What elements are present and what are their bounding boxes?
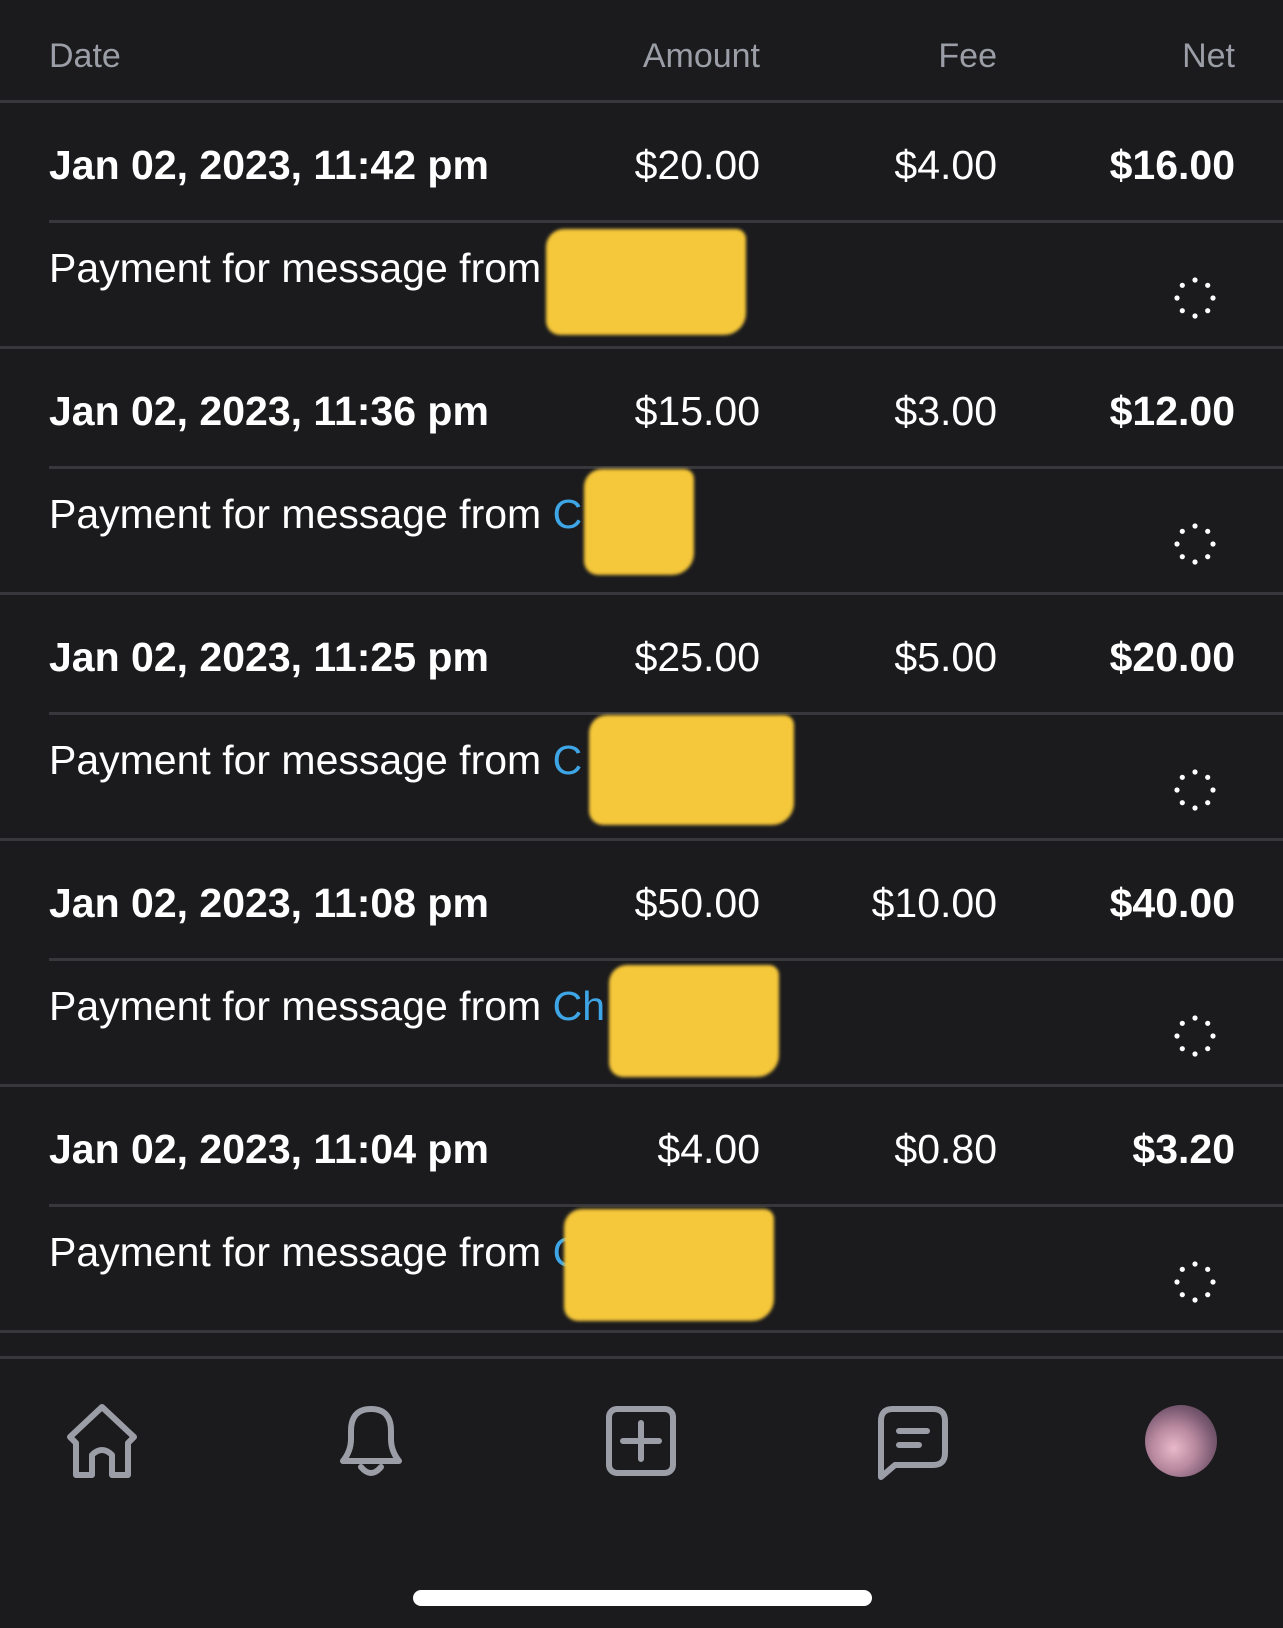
bottom-tab-bar — [0, 1356, 1283, 1628]
description-text: Payment for message from — [49, 491, 542, 537]
add-post-icon — [606, 1406, 676, 1476]
transaction-description-row: Payment for message from Ch — [49, 961, 1283, 1084]
transaction-fee: $0.80 — [894, 1126, 997, 1172]
tab-home[interactable] — [60, 1399, 144, 1483]
tab-profile[interactable] — [1139, 1399, 1223, 1483]
transaction-fee: $3.00 — [894, 388, 997, 434]
transaction-summary-row: Jan 02, 2023, 11:36 pm $15.00 $3.00 $12.… — [49, 349, 1283, 469]
pending-spinner-icon — [1174, 1261, 1216, 1303]
home-icon — [67, 1404, 137, 1478]
redaction-mark — [546, 229, 746, 335]
bell-icon — [340, 1406, 402, 1476]
transaction-description-row: Payment for message from C — [49, 715, 1283, 838]
transaction-amount: $4.00 — [657, 1126, 760, 1172]
transaction-amount: $20.00 — [634, 142, 760, 188]
home-indicator — [413, 1590, 872, 1606]
transaction-date: Jan 02, 2023, 11:36 pm — [49, 388, 489, 434]
description-text: Payment for message from — [49, 737, 542, 783]
transaction-description: Payment for message from C — [49, 735, 582, 785]
profile-avatar — [1145, 1405, 1217, 1477]
transaction-summary-row: Jan 02, 2023, 11:25 pm $25.00 $5.00 $20.… — [49, 595, 1283, 715]
tab-new-post[interactable] — [599, 1399, 683, 1483]
transaction-description-row: Payment for message from C — [49, 469, 1283, 592]
transaction-description: Payment for message from C — [49, 243, 582, 293]
transaction-description: Payment for message from Ch — [49, 981, 605, 1031]
transaction-amount: $15.00 — [634, 388, 760, 434]
description-text: Payment for message from — [49, 245, 542, 291]
tab-notifications[interactable] — [329, 1399, 413, 1483]
transaction-description-row: Payment for message from C — [49, 223, 1283, 346]
tab-messages[interactable] — [869, 1399, 953, 1483]
redaction-mark — [589, 715, 794, 825]
transaction-item[interactable]: Jan 02, 2023, 11:36 pm $15.00 $3.00 $12.… — [0, 349, 1283, 595]
transaction-item[interactable]: Jan 02, 2023, 11:25 pm $25.00 $5.00 $20.… — [0, 595, 1283, 841]
transaction-net: $3.20 — [1132, 1126, 1235, 1172]
sender-link[interactable]: Ch — [553, 983, 605, 1029]
transaction-summary-row: Jan 02, 2023, 11:08 pm $50.00 $10.00 $40… — [49, 841, 1283, 961]
table-header: Date Amount Fee Net — [0, 0, 1283, 103]
transaction-fee: $5.00 — [894, 634, 997, 680]
transaction-amount: $25.00 — [634, 634, 760, 680]
transaction-item[interactable]: Jan 02, 2023, 11:08 pm $50.00 $10.00 $40… — [0, 841, 1283, 1087]
sender-link[interactable]: C — [553, 491, 583, 537]
transaction-item[interactable]: Jan 02, 2023, 11:42 pm $20.00 $4.00 $16.… — [0, 103, 1283, 349]
transaction-date: Jan 02, 2023, 11:42 pm — [49, 142, 489, 188]
transaction-fee: $4.00 — [894, 142, 997, 188]
transaction-summary-row: Jan 02, 2023, 11:42 pm $20.00 $4.00 $16.… — [49, 103, 1283, 223]
pending-spinner-icon — [1174, 277, 1216, 319]
description-text: Payment for message from — [49, 1229, 542, 1275]
redaction-mark — [584, 469, 694, 575]
transaction-net: $16.00 — [1109, 142, 1235, 188]
pending-spinner-icon — [1174, 1015, 1216, 1057]
transaction-date: Jan 02, 2023, 11:25 pm — [49, 634, 489, 680]
description-text: Payment for message from — [49, 983, 542, 1029]
transaction-amount: $50.00 — [634, 880, 760, 926]
transaction-description: Payment for message from C — [49, 1227, 582, 1277]
pending-spinner-icon — [1174, 523, 1216, 565]
transaction-fee: $10.00 — [871, 880, 997, 926]
redaction-mark — [609, 965, 779, 1077]
transaction-date: Jan 02, 2023, 11:04 pm — [49, 1126, 489, 1172]
column-header-net: Net — [1182, 37, 1235, 75]
pending-spinner-icon — [1174, 769, 1216, 811]
column-header-amount: Amount — [642, 37, 760, 75]
transaction-net: $20.00 — [1109, 634, 1235, 680]
redaction-mark — [564, 1209, 774, 1321]
messages-icon — [878, 1406, 948, 1480]
transaction-description: Payment for message from C — [49, 489, 582, 539]
transaction-net: $40.00 — [1109, 880, 1235, 926]
transaction-net: $12.00 — [1109, 388, 1235, 434]
sender-link[interactable]: C — [553, 737, 583, 783]
column-header-fee: Fee — [938, 37, 997, 75]
column-header-date: Date — [49, 37, 121, 75]
transaction-date: Jan 02, 2023, 11:08 pm — [49, 880, 489, 926]
transaction-item[interactable]: Jan 02, 2023, 11:04 pm $4.00 $0.80 $3.20… — [0, 1087, 1283, 1333]
transaction-description-row: Payment for message from C — [49, 1207, 1283, 1330]
transaction-summary-row: Jan 02, 2023, 11:04 pm $4.00 $0.80 $3.20 — [49, 1087, 1283, 1207]
